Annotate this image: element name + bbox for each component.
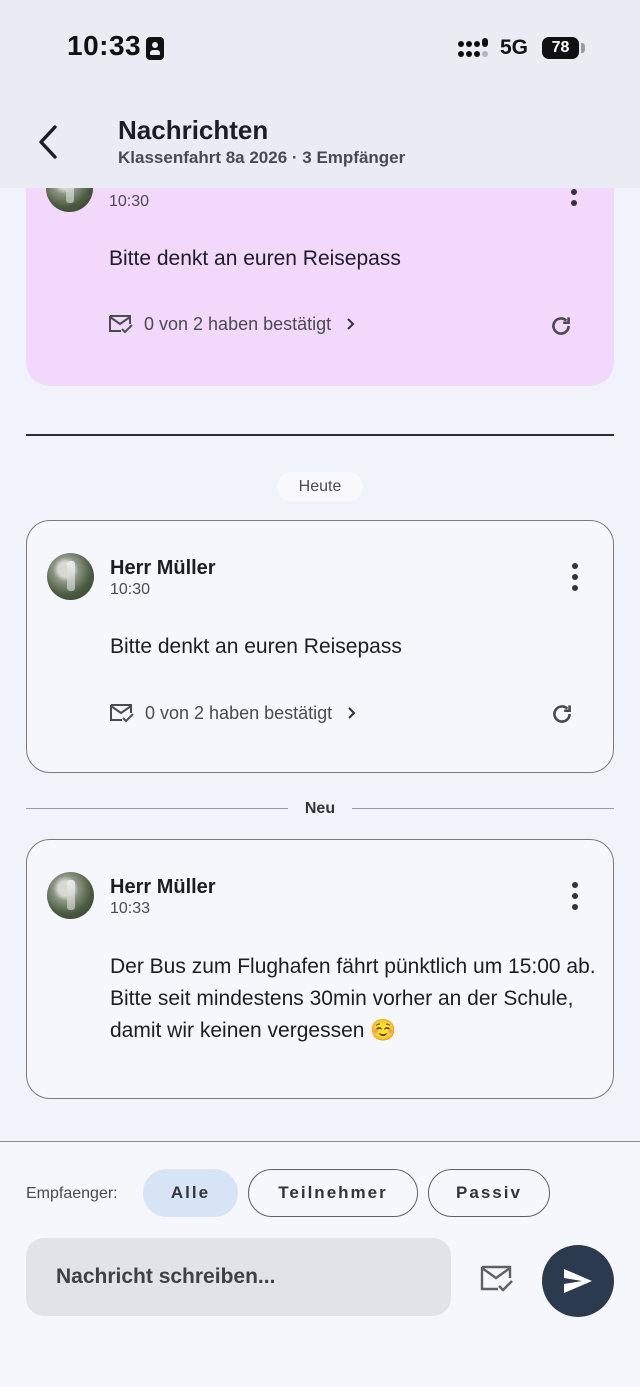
avatar bbox=[47, 553, 94, 600]
message-input[interactable] bbox=[26, 1238, 451, 1316]
back-button[interactable] bbox=[28, 118, 68, 166]
more-vert-icon[interactable] bbox=[563, 559, 587, 595]
recipient-label: Empfaenger: bbox=[26, 1185, 118, 1202]
mark-email-read-icon bbox=[109, 315, 133, 334]
recipient-chip-alle[interactable]: Alle bbox=[143, 1169, 238, 1217]
message-card[interactable]: Herr Müller 10:33 Der Bus zum Flughafen … bbox=[26, 839, 614, 1099]
chevron-right-icon bbox=[347, 318, 355, 330]
sender-name: Herr Müller bbox=[110, 876, 216, 898]
more-vert-icon[interactable] bbox=[563, 878, 587, 914]
signal-icon bbox=[458, 38, 492, 60]
composer: Empfaenger: Alle Teilnehmer Passiv bbox=[0, 1141, 640, 1387]
avatar bbox=[47, 872, 94, 919]
new-separator-line-left bbox=[26, 808, 288, 809]
top-bar: 10:33 5G 78 Nachrichten Klassenfahrt 8a … bbox=[0, 0, 640, 188]
message-text: Bitte denkt an euren Reisepass bbox=[109, 247, 401, 270]
message-time: 10:33 bbox=[110, 900, 151, 917]
arrow-back-icon bbox=[39, 125, 57, 159]
ack-status-text: 0 von 2 haben bestätigt bbox=[145, 702, 333, 723]
message-time: 10:30 bbox=[109, 193, 150, 210]
section-divider bbox=[26, 434, 614, 436]
id-card-icon bbox=[146, 37, 164, 60]
new-separator-label: Neu bbox=[304, 800, 336, 817]
sender-name: Herr Müller bbox=[110, 557, 216, 579]
date-chip: Heute bbox=[277, 472, 363, 502]
status-time: 10:33 bbox=[67, 30, 142, 61]
message-text: Bitte denkt an euren Reisepass bbox=[110, 635, 402, 658]
send-button[interactable] bbox=[542, 1245, 614, 1317]
ack-status-text: 0 von 2 haben bestätigt bbox=[144, 313, 332, 334]
refresh-icon[interactable] bbox=[548, 313, 574, 339]
battery-icon: 78 bbox=[542, 37, 579, 59]
message-card[interactable]: Herr Müller 10:30 Bitte denkt an euren R… bbox=[26, 520, 614, 773]
network-type: 5G bbox=[500, 36, 529, 59]
recipient-chip-teilnehmer[interactable]: Teilnehmer bbox=[248, 1169, 418, 1217]
recipient-chip-passiv[interactable]: Passiv bbox=[428, 1169, 550, 1217]
page-subtitle: Klassenfahrt 8a 2026 · 3 Empfänger bbox=[118, 148, 406, 167]
mark-email-read-icon bbox=[110, 704, 134, 723]
battery-tip bbox=[581, 43, 585, 53]
new-separator-line-right bbox=[352, 808, 614, 809]
ack-status-link[interactable]: 0 von 2 haben bestätigt bbox=[109, 702, 362, 724]
refresh-icon[interactable] bbox=[549, 701, 575, 727]
message-text: Der Bus zum Flughafen fährt pünktlich um… bbox=[110, 955, 596, 1042]
mark-email-read-icon[interactable] bbox=[479, 1263, 515, 1295]
ack-status-link[interactable]: 0 von 2 haben bestätigt bbox=[108, 313, 361, 335]
message-time: 10:30 bbox=[110, 581, 151, 598]
send-icon bbox=[564, 1269, 592, 1293]
page-title: Nachrichten bbox=[118, 115, 269, 145]
chevron-right-icon bbox=[348, 707, 356, 719]
